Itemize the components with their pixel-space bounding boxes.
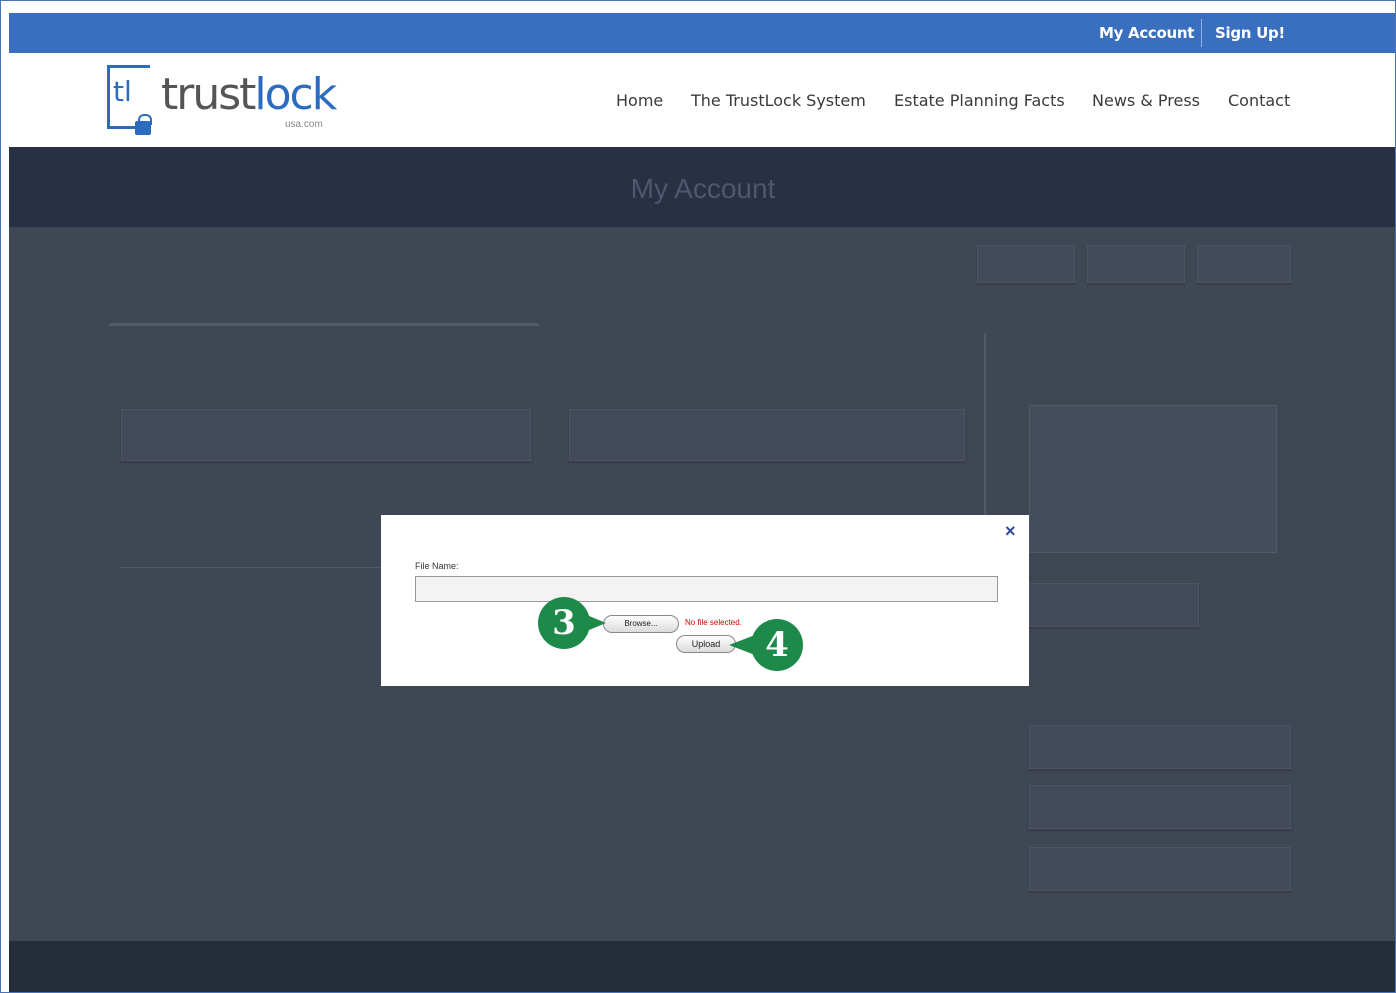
callout-number-3: 3 — [538, 597, 590, 649]
browse-button[interactable]: Browse... — [603, 615, 679, 633]
logo-subtext: usa.com — [285, 119, 323, 130]
dimmed-support-button-1 — [1029, 725, 1291, 769]
page-title: My Account — [630, 173, 776, 204]
utility-separator — [1201, 19, 1202, 47]
page-banner: My Account — [9, 147, 1395, 227]
logo-initials: tl — [113, 75, 132, 108]
dimmed-question-textarea — [1029, 405, 1277, 553]
nav-news-press[interactable]: News & Press — [1092, 91, 1200, 110]
dimmed-toolbar-button-2 — [1087, 245, 1185, 283]
callout-number-4: 4 — [751, 619, 803, 671]
dimmed-large-button-1 — [121, 409, 531, 461]
page-footer — [9, 941, 1395, 992]
logo-wordmark-part1: trust — [161, 69, 256, 120]
file-name-label: File Name: — [415, 561, 459, 571]
nav-contact[interactable]: Contact — [1228, 91, 1290, 110]
close-icon[interactable]: × — [1005, 521, 1016, 542]
nav-home[interactable]: Home — [616, 91, 663, 110]
logo-wordmark-part2: lock — [254, 69, 337, 120]
step-callout-4: 4 — [729, 619, 803, 671]
dimmed-support-button-3 — [1029, 847, 1291, 891]
dimmed-tab-underline — [109, 323, 539, 326]
logo-wordmark: trustlock — [161, 73, 337, 117]
dimmed-support-button-2 — [1029, 785, 1291, 829]
browser-page: My Account Sign Up! tl trustlock usa.com… — [0, 0, 1396, 993]
dimmed-toolbar-button-3 — [1197, 245, 1291, 283]
step-callout-3: 3 — [538, 597, 606, 649]
utility-bar: My Account Sign Up! — [9, 13, 1395, 53]
trustlock-logo[interactable]: tl trustlock usa.com — [107, 61, 347, 141]
dimmed-submit-button — [1029, 583, 1199, 627]
upload-button[interactable]: Upload — [676, 635, 736, 653]
lock-icon — [135, 114, 152, 135]
nav-trustlock-system[interactable]: The TrustLock System — [691, 91, 866, 110]
file-upload-dialog: × File Name: Browse... No file selected.… — [381, 515, 1029, 686]
site-header: tl trustlock usa.com Home The TrustLock … — [9, 53, 1395, 147]
dimmed-list-line — [121, 567, 381, 568]
dimmed-toolbar-button-1 — [977, 245, 1075, 283]
file-name-input[interactable] — [415, 576, 998, 602]
my-account-link[interactable]: My Account — [1099, 13, 1194, 53]
dimmed-large-button-2 — [569, 409, 965, 461]
sign-up-link[interactable]: Sign Up! — [1215, 13, 1285, 53]
nav-estate-planning-facts[interactable]: Estate Planning Facts — [894, 91, 1065, 110]
